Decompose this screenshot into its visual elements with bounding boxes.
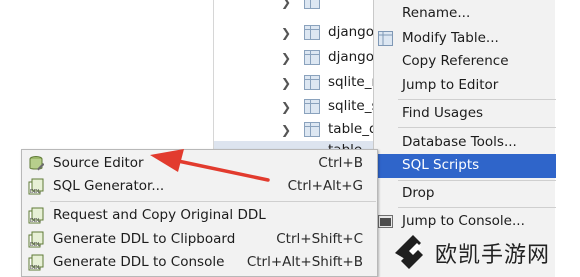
menu-item-label: Copy Reference bbox=[402, 53, 509, 69]
menu-separator bbox=[398, 207, 556, 208]
table-icon bbox=[304, 0, 320, 9]
menu-item-label: Modify Table... bbox=[402, 30, 499, 46]
tree-row-label: sqlite_s bbox=[328, 98, 379, 114]
svg-text:DDL: DDL bbox=[30, 218, 41, 224]
tree-row[interactable]: ❯ table_d bbox=[214, 118, 394, 142]
chevron-right-icon[interactable]: ❯ bbox=[281, 100, 291, 114]
svg-text:DDL: DDL bbox=[30, 242, 41, 248]
menu-item-modify-table[interactable]: Modify Table... bbox=[374, 27, 556, 51]
watermark: 欧凯手游网 bbox=[383, 227, 580, 277]
menu-item-label: Find Usages bbox=[402, 105, 484, 121]
chevron-right-icon[interactable]: ❯ bbox=[281, 26, 291, 40]
menu-item-label: Jump to Editor bbox=[402, 77, 499, 93]
chevron-right-icon[interactable]: ❯ bbox=[281, 123, 291, 137]
tree-row[interactable]: ❯ django_ bbox=[214, 21, 394, 45]
menu-separator bbox=[398, 127, 556, 128]
menu-item-request-copy-ddl[interactable]: DDL Request and Copy Original DDL bbox=[22, 204, 377, 227]
menu-item-copy-reference[interactable]: Copy Reference bbox=[374, 50, 556, 74]
table-icon bbox=[304, 75, 320, 90]
menu-item-rename[interactable]: Rename... bbox=[374, 2, 556, 26]
chevron-right-icon[interactable]: ❯ bbox=[281, 0, 291, 9]
ddl-icon: DDL bbox=[28, 231, 44, 248]
menu-separator bbox=[50, 201, 376, 202]
menu-item-shortcut: Ctrl+Alt+G bbox=[287, 178, 363, 194]
menu-item-label: Request and Copy Original DDL bbox=[53, 207, 266, 223]
watermark-text: 欧凯手游网 bbox=[435, 243, 551, 268]
menu-item-generate-ddl-clipboard[interactable]: DDL Generate DDL to Clipboard Ctrl+Shift… bbox=[22, 228, 377, 251]
menu-item-label: Source Editor bbox=[53, 155, 144, 171]
ddl-icon: DDL bbox=[28, 178, 44, 195]
ddl-icon: DDL bbox=[28, 254, 44, 271]
table-icon bbox=[304, 50, 320, 65]
menu-item-shortcut: Ctrl+Alt+Shift+B bbox=[246, 254, 363, 270]
site-logo-icon bbox=[395, 235, 423, 269]
tree-row[interactable]: ❯ django_ bbox=[214, 46, 394, 70]
svg-text:DDL: DDL bbox=[30, 189, 41, 195]
menu-item-label: Drop bbox=[402, 185, 435, 201]
menu-item-shortcut: Ctrl+B bbox=[318, 155, 363, 171]
menu-item-label: Generate DDL to Console bbox=[53, 254, 225, 270]
ddl-icon: DDL bbox=[28, 207, 44, 224]
menu-item-generate-ddl-console[interactable]: DDL Generate DDL to Console Ctrl+Alt+Shi… bbox=[22, 251, 377, 274]
menu-item-drop[interactable]: Drop bbox=[374, 182, 556, 206]
table-icon bbox=[304, 25, 320, 40]
tree-row[interactable]: ❯ sqlite_s bbox=[214, 95, 394, 119]
svg-text:DDL: DDL bbox=[30, 265, 41, 271]
menu-separator bbox=[398, 180, 556, 181]
table-icon bbox=[378, 31, 393, 46]
source-editor-icon bbox=[29, 156, 44, 171]
table-icon bbox=[304, 122, 320, 137]
menu-item-label: SQL Scripts bbox=[402, 157, 480, 173]
chevron-right-icon[interactable]: ❯ bbox=[281, 51, 291, 65]
tree-row-label: table_d bbox=[328, 121, 378, 137]
table-icon bbox=[304, 99, 320, 114]
tree-row[interactable]: ❯ sqlite_m bbox=[214, 71, 394, 95]
menu-item-sql-scripts[interactable]: SQL Scripts bbox=[374, 154, 556, 178]
menu-item-source-editor[interactable]: Source Editor Ctrl+B bbox=[22, 152, 377, 175]
menu-item-shortcut: Ctrl+Shift+C bbox=[276, 231, 363, 247]
menu-item-database-tools[interactable]: Database Tools... bbox=[374, 131, 556, 155]
menu-separator bbox=[398, 99, 556, 100]
menu-item-label: Generate DDL to Clipboard bbox=[53, 231, 236, 247]
chevron-right-icon[interactable]: ❯ bbox=[281, 76, 291, 90]
menu-item-label: SQL Generator... bbox=[53, 178, 165, 194]
menu-item-sql-generator[interactable]: DDL SQL Generator... Ctrl+Alt+G bbox=[22, 175, 377, 198]
menu-item-jump-to-editor[interactable]: Jump to Editor bbox=[374, 74, 556, 98]
menu-item-find-usages[interactable]: Find Usages bbox=[374, 102, 556, 126]
menu-item-label: Database Tools... bbox=[402, 134, 517, 150]
menu-item-label: Rename... bbox=[402, 5, 471, 21]
tree-row[interactable]: ❯ bbox=[214, 0, 394, 14]
sql-scripts-submenu: Source Editor Ctrl+B DDL SQL Generator..… bbox=[21, 149, 378, 277]
